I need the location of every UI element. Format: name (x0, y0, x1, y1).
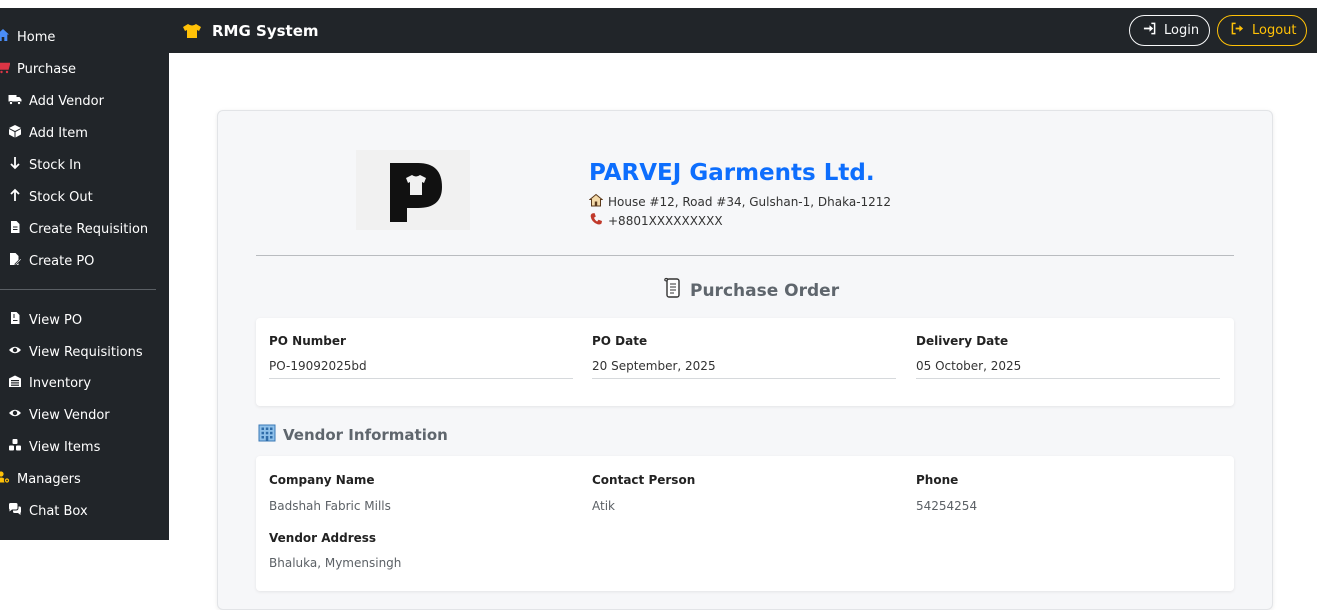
purchase-order-card: PARVEJ Garments Ltd. House #12, Road #34… (217, 110, 1273, 610)
sidebar-item-stock-in[interactable]: Stock In (8, 153, 81, 177)
sidebar-item-create-po[interactable]: Create PO (8, 249, 94, 273)
sidebar-item-label: View Items (29, 439, 101, 455)
page-title: Purchase Order (663, 277, 839, 304)
truck-icon (8, 92, 22, 110)
sidebar-item-view-vendor[interactable]: View Vendor (8, 403, 110, 427)
sidebar-item-label: Inventory (29, 375, 92, 391)
sidebar-item-home[interactable]: Home (0, 25, 55, 49)
sign-in-icon (1143, 22, 1156, 39)
sidebar-item-label: Managers (17, 471, 81, 487)
scroll-icon (663, 277, 683, 304)
comments-icon (8, 502, 22, 520)
vendor-heading-text: Vendor Information (283, 426, 448, 444)
box-icon (8, 124, 22, 142)
sidebar-item-create-requisition[interactable]: Create Requisition (8, 217, 148, 241)
contact-person-label: Contact Person (592, 473, 696, 487)
delivery-date-value: 05 October, 2025 (916, 359, 1022, 373)
sidebar-item-label: Stock Out (29, 189, 93, 205)
sidebar-item-managers[interactable]: Managers (0, 467, 81, 491)
file-edit-icon (8, 252, 23, 270)
po-details-panel: PO Number PO-19092025bd PO Date 20 Septe… (256, 318, 1234, 406)
sidebar-item-label: Chat Box (29, 503, 88, 519)
po-number-value: PO-19092025bd (269, 359, 367, 373)
arrow-up-icon (8, 188, 22, 206)
sidebar-divider (0, 289, 156, 290)
house-icon (588, 193, 604, 210)
company-name: PARVEJ Garments Ltd. (589, 160, 875, 186)
sidebar-item-chat-box[interactable]: Chat Box (8, 499, 88, 523)
po-date-value: 20 September, 2025 (592, 359, 716, 373)
sign-out-icon (1231, 22, 1244, 39)
sidebar-item-label: Purchase (17, 61, 77, 77)
phone-label: Phone (916, 473, 959, 487)
warehouse-icon (8, 374, 22, 392)
sidebar-item-stock-out[interactable]: Stock Out (8, 185, 93, 209)
vendor-address-value: Bhaluka, Mymensingh (269, 556, 402, 570)
cubes-icon (8, 438, 22, 456)
po-date-underline (592, 378, 896, 379)
company-name-value: Badshah Fabric Mills (269, 499, 391, 513)
po-date-label: PO Date (592, 334, 648, 348)
page-title-text: Purchase Order (690, 280, 840, 301)
sidebar-item-add-item[interactable]: Add Item (8, 121, 88, 145)
sidebar-item-purchase[interactable]: Purchase (0, 57, 76, 81)
po-number-label: PO Number (269, 334, 346, 348)
eye-icon (8, 343, 22, 361)
file-invoice-icon (8, 311, 22, 329)
login-button[interactable]: Login (1129, 15, 1210, 46)
sidebar-item-label: Stock In (29, 157, 82, 173)
phone-value: 54254254 (916, 499, 978, 513)
sidebar-item-view-items[interactable]: View Items (8, 435, 100, 459)
company-name-label: Company Name (269, 473, 375, 487)
sidebar-item-view-po[interactable]: View PO (8, 308, 82, 332)
sidebar: Home Purchase Add Vendor Add Item Stock … (0, 18, 169, 540)
contact-person-value: Atik (592, 499, 615, 513)
building-icon (258, 424, 276, 446)
users-cog-icon (0, 470, 11, 488)
sidebar-item-label: View Requisitions (29, 344, 143, 360)
sidebar-item-inventory[interactable]: Inventory (8, 371, 91, 395)
logout-button[interactable]: Logout (1217, 15, 1307, 46)
login-label: Login (1164, 23, 1200, 38)
shirt-icon (182, 23, 202, 39)
sidebar-item-label: Add Item (29, 125, 88, 141)
sidebar-item-label: Add Vendor (29, 93, 104, 109)
sidebar-item-label: Create PO (29, 253, 95, 269)
brand-name: RMG System (212, 21, 319, 40)
po-number-underline (269, 378, 573, 379)
vendor-address-label: Vendor Address (269, 531, 377, 545)
delivery-date-label: Delivery Date (916, 334, 1009, 348)
top-navbar: RMG System Login Logout (0, 8, 1317, 53)
sidebar-item-label: View Vendor (29, 407, 110, 423)
vendor-info-panel: Company Name Badshah Fabric Mills Contac… (256, 456, 1234, 591)
company-phone-text: +8801XXXXXXXXX (608, 213, 723, 228)
brand[interactable]: RMG System (182, 8, 319, 53)
arrow-down-icon (8, 156, 22, 174)
company-address: House #12, Road #34, Gulshan-1, Dhaka-12… (588, 193, 892, 210)
sidebar-item-label: View PO (29, 312, 83, 328)
phone-icon (589, 212, 603, 229)
eye-icon (8, 406, 22, 424)
sidebar-item-label: Home (17, 29, 56, 45)
file-icon (8, 220, 22, 238)
sidebar-item-label: Create Requisition (29, 221, 149, 237)
delivery-date-underline (916, 378, 1220, 379)
company-phone: +8801XXXXXXXXX (589, 212, 723, 229)
company-logo (356, 150, 470, 230)
company-address-text: House #12, Road #34, Gulshan-1, Dhaka-12… (608, 194, 892, 209)
sidebar-item-view-requisitions[interactable]: View Requisitions (8, 340, 143, 364)
header-divider (256, 255, 1234, 256)
vendor-heading: Vendor Information (258, 424, 448, 446)
home-icon (0, 28, 10, 46)
sidebar-item-add-vendor[interactable]: Add Vendor (8, 89, 104, 113)
top-strip (0, 0, 1317, 8)
logout-label: Logout (1252, 23, 1297, 38)
cart-icon (0, 60, 11, 78)
